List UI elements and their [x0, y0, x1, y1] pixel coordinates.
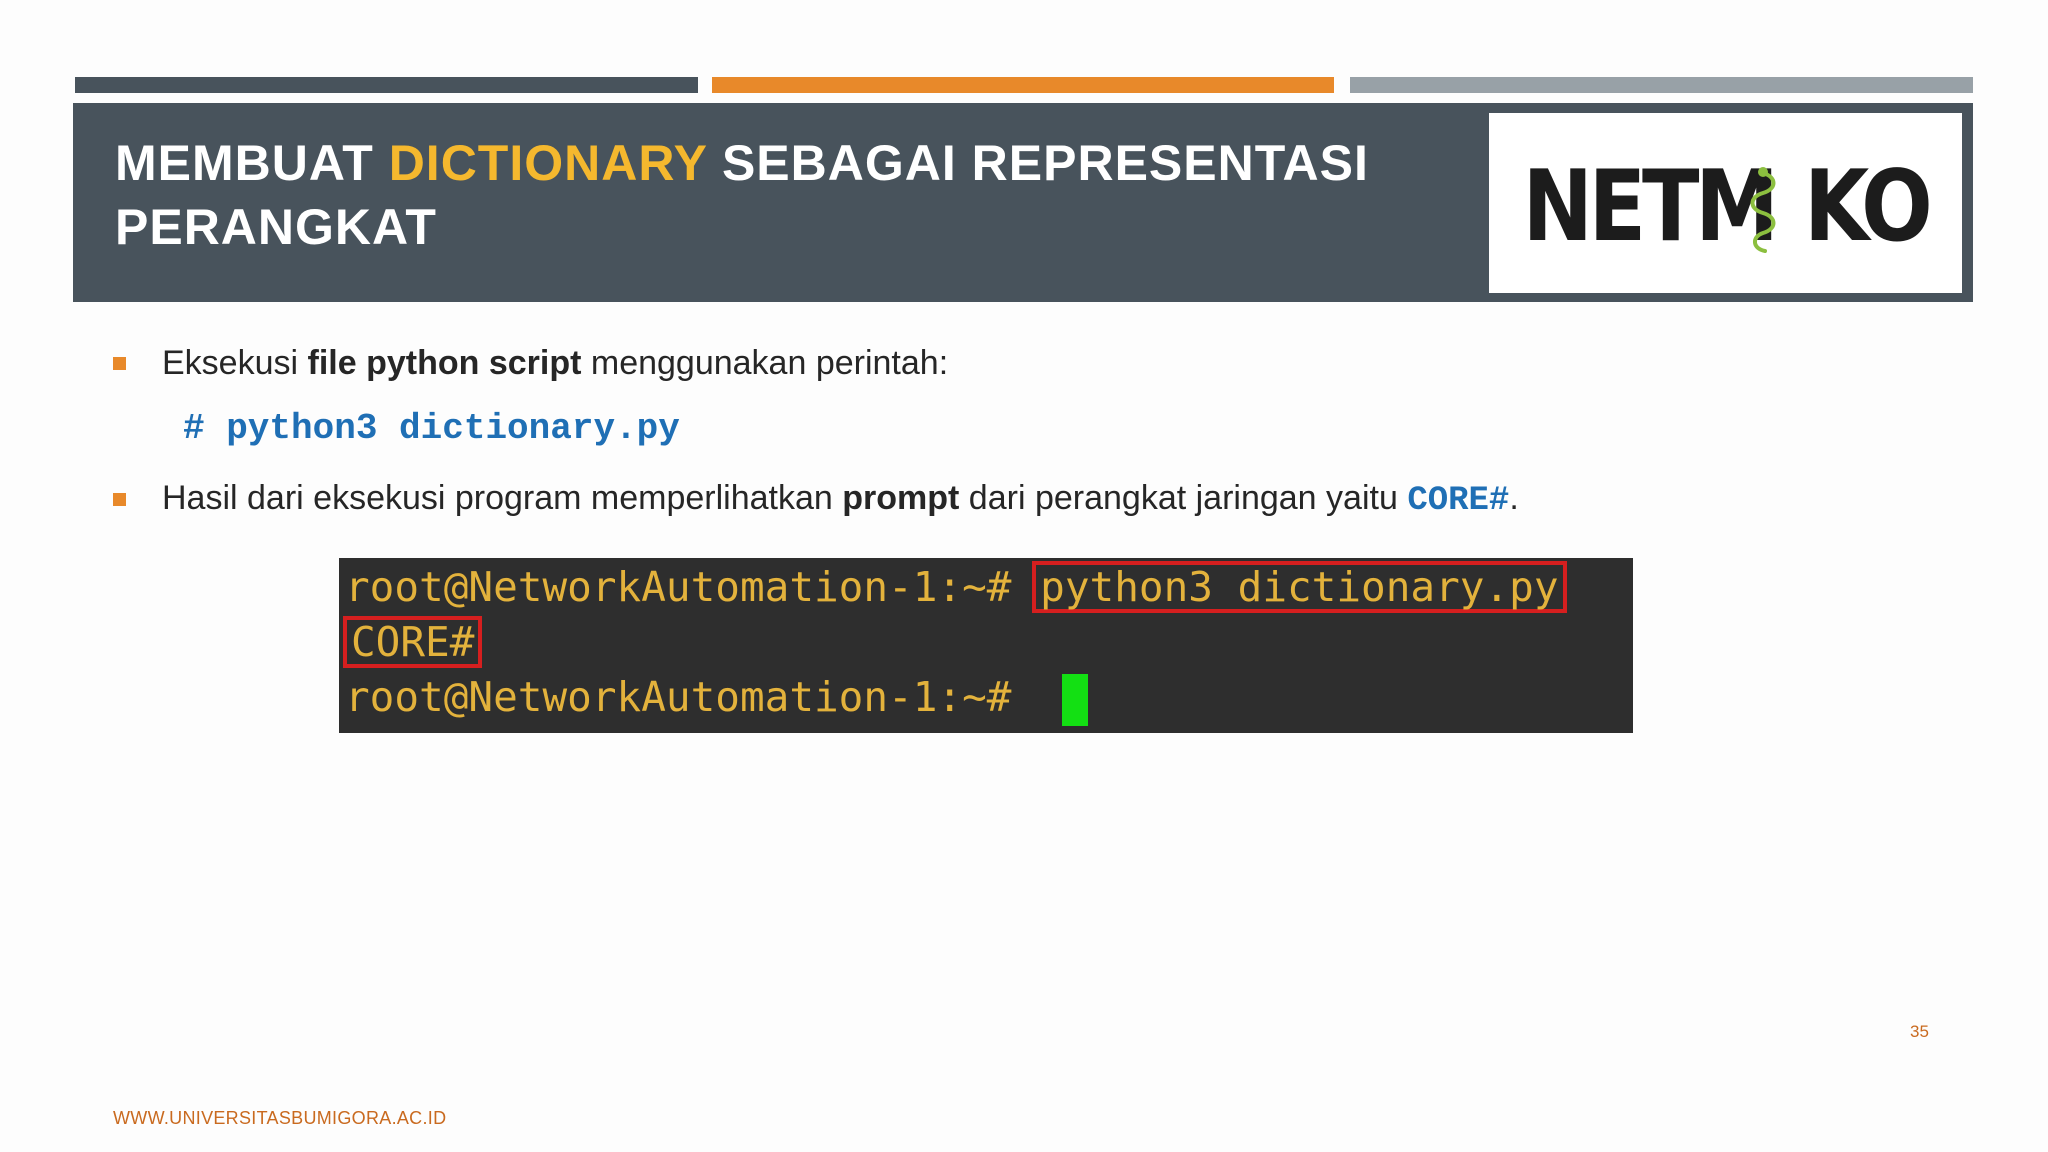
title-highlight: DICTIONARY	[388, 135, 708, 191]
command-example: # python3 dictionary.py	[183, 408, 680, 449]
bullet-1-bold: file python script	[307, 344, 582, 382]
bullet-2-suffix: .	[1509, 479, 1519, 517]
terminal-cursor	[1062, 674, 1089, 726]
terminal-output-highlight: CORE#	[343, 616, 483, 668]
bullet-square-icon	[113, 493, 126, 506]
top-accent-bar-gray	[1350, 77, 1973, 93]
terminal-prompt-1: root@NetworkAutomation-1:~#	[345, 563, 1037, 611]
terminal-line-1: root@NetworkAutomation-1:~# python3 dict…	[345, 560, 1567, 615]
page-number: 35	[1910, 1022, 1929, 1041]
bullet-item-2: Hasil dari eksekusi program memperlihatk…	[113, 479, 1519, 520]
terminal-prompt-2: root@NetworkAutomation-1:~#	[345, 673, 1037, 721]
top-accent-bar-dark	[75, 77, 698, 93]
bullet-text-1: Eksekusi file python script menggunakan …	[162, 344, 948, 383]
title-band: MEMBUAT DICTIONARY SEBAGAI REPRESENTASI …	[73, 103, 1973, 302]
terminal-screenshot: root@NetworkAutomation-1:~# python3 dict…	[339, 558, 1633, 733]
netmiko-logo: NETM KO	[1486, 110, 1965, 296]
bullet-item-1: Eksekusi file python script menggunakan …	[113, 344, 948, 383]
top-accent-bar-orange	[712, 77, 1334, 93]
terminal-line-3: root@NetworkAutomation-1:~#	[345, 670, 1089, 726]
slide-title: MEMBUAT DICTIONARY SEBAGAI REPRESENTASI …	[115, 131, 1515, 259]
snake-icon	[1750, 167, 1776, 253]
bullet-2-code: CORE#	[1407, 482, 1510, 520]
title-part-1: MEMBUAT	[115, 135, 389, 191]
bullet-2-middle: dari perangkat jaringan yaitu	[959, 479, 1408, 517]
bullet-2-bold: prompt	[842, 479, 960, 517]
bullet-1-prefix: Eksekusi	[162, 344, 308, 382]
bullet-text-2: Hasil dari eksekusi program memperlihatk…	[162, 479, 1519, 520]
footer-url: WWW.UNIVERSITASBUMIGORA.AC.ID	[113, 1108, 447, 1128]
logo-text-right: KO	[1803, 150, 1933, 264]
logo-wordmark: NETM KO	[1522, 157, 1932, 257]
logo-text-left: NETM	[1522, 150, 1779, 264]
bullet-square-icon	[113, 357, 126, 370]
bullet-1-suffix: menggunakan perintah:	[581, 344, 949, 382]
terminal-command-highlight: python3 dictionary.py	[1032, 561, 1567, 613]
bullet-2-prefix: Hasil dari eksekusi program memperlihatk…	[162, 479, 843, 517]
terminal-line-2: CORE#	[343, 615, 483, 670]
